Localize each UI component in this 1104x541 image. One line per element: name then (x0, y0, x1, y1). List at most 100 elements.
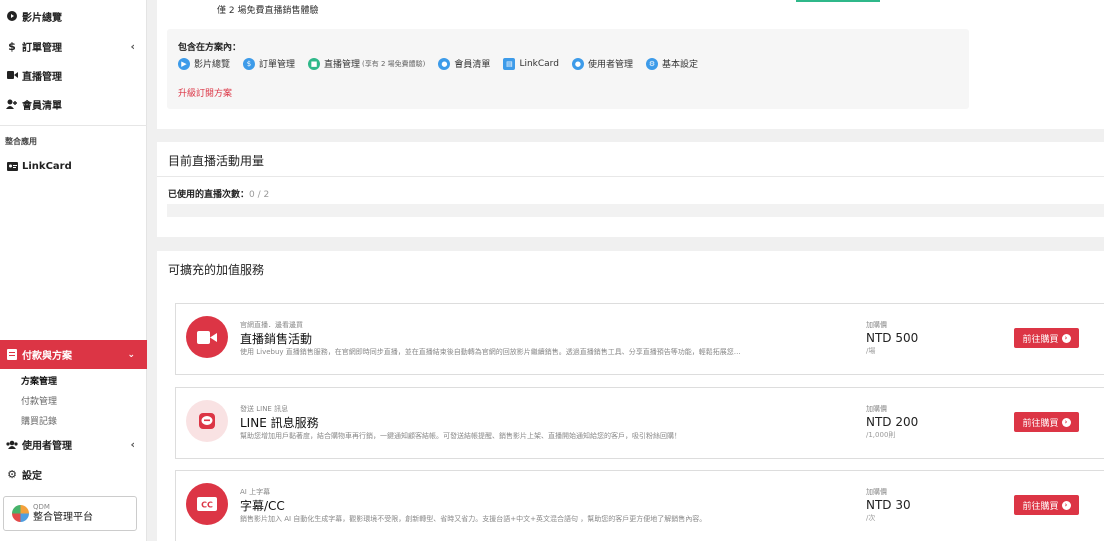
feature-label: 直播管理 (324, 60, 361, 70)
service-name: 直播銷售活動 (240, 332, 313, 346)
feature-label: 會員清單 (454, 60, 491, 70)
play-icon: ▶ (178, 57, 190, 70)
price-label: 加購價 (866, 321, 887, 329)
price-label: 加購價 (866, 405, 887, 413)
gear-icon: ⚙ (645, 57, 658, 70)
service-item-line: 發送 LINE 訊息 LINE 訊息服務 幫助您增加用戶黏著度，結合購物車再行銷… (175, 387, 1104, 459)
chevron-left-icon: ‹ (130, 39, 135, 53)
feature-note: (享有 2 場免費體驗) (362, 59, 426, 68)
sidebar-item-orders[interactable]: $ 訂單管理 ‹ (0, 32, 147, 60)
video-camera-icon (186, 316, 228, 358)
feature-label: 訂單管理 (259, 60, 296, 70)
upgrade-plan-link[interactable]: 升級訂閱方案 (178, 86, 232, 99)
service-description: 使用 Livebuy 直播銷售服務，在官網即時同步直播，並在直播結束後自動轉為官… (240, 348, 741, 356)
sub-item-plan[interactable]: 方案管理 (21, 374, 57, 387)
service-description: 銷售影片加入 AI 自動化生成字幕，觀影環境不受限，創新轉型、省時又省力。支援台… (240, 515, 707, 523)
workspace-name: 整合管理平台 (33, 511, 93, 523)
card-icon: ▤ (503, 57, 516, 70)
service-price: NTD 30 (866, 498, 911, 512)
sidebar-item-label: 影片總覽 (22, 12, 62, 24)
usage-progress-bar (167, 204, 1104, 217)
feature-item: ⚙ 基本設定 (645, 57, 698, 70)
arrow-right-icon: › (1061, 417, 1071, 427)
service-name: 字幕/CC (240, 499, 285, 513)
usage-value: 0 / 2 (249, 190, 270, 200)
sidebar-item-members[interactable]: 會員清單 (0, 90, 147, 118)
video-icon: ■ (308, 57, 321, 70)
service-price: NTD 200 (866, 415, 919, 429)
users-icon (6, 438, 18, 450)
price-unit: /1,000則 (866, 431, 896, 439)
sidebar-item-settings[interactable]: ⚙ 設定 (0, 460, 147, 488)
feature-item: ▶ 影片總覽 (178, 57, 230, 70)
user-plus-icon (6, 98, 18, 110)
gear-icon: ⚙ (7, 467, 17, 481)
line-icon (186, 400, 228, 442)
chevron-left-icon: ‹ (130, 437, 135, 451)
sidebar-item-payment[interactable]: 付款與方案 ⌄ (0, 340, 147, 369)
top-highlight (796, 0, 880, 2)
buy-button[interactable]: 前往購買 › (1014, 412, 1079, 432)
svg-text:CC: CC (201, 501, 213, 510)
sidebar-item-label: 直播管理 (22, 71, 62, 83)
sub-item-purchase-history[interactable]: 購買記錄 (21, 414, 57, 427)
users-icon: ● (438, 57, 451, 70)
feature-list: ▶ 影片總覽 $ 訂單管理 ■ 直播管理 (享有 2 場免費體驗) ● 會員清單… (178, 57, 711, 70)
usage-card: 目前直播活動用量 (157, 142, 1104, 237)
play-circle-icon (6, 10, 18, 22)
sidebar-item-label: 使用者管理 (22, 440, 72, 452)
receipt-icon (6, 349, 18, 361)
cc-icon: CC (186, 483, 228, 525)
sidebar-divider (0, 125, 147, 126)
feature-label: LinkCard (519, 58, 559, 69)
chevron-down-icon: ⌄ (127, 349, 135, 360)
service-tag: 官網直播．邊看邊買 (240, 321, 303, 329)
sidebar-item-user-mgmt[interactable]: 使用者管理 ‹ (0, 430, 147, 458)
feature-item: $ 訂單管理 (243, 57, 295, 70)
feature-item: ● 使用者管理 (571, 57, 633, 70)
price-label: 加購價 (866, 488, 887, 496)
usage-count: 已使用的直播次數：0 / 2 (168, 187, 269, 200)
buy-button-label: 前往購買 (1022, 501, 1059, 512)
feature-label: 使用者管理 (587, 60, 633, 70)
buy-button[interactable]: 前往購買 › (1014, 328, 1079, 348)
service-description: 幫助您增加用戶黏著度，結合購物車再行銷，一鍵通知顧客結帳。可發送結帳提醒、銷售影… (240, 432, 681, 440)
sidebar-item-videos[interactable]: 影片總覽 (0, 2, 147, 30)
sidebar-item-label: 設定 (22, 470, 42, 482)
workspace-small-label: QDM (33, 503, 50, 512)
dollar-icon: $ (243, 57, 256, 70)
sidebar-item-label: 付款與方案 (22, 351, 72, 362)
service-tag: AI 上字幕 (240, 488, 271, 496)
plan-includes-box: 包含在方案內： ▶ 影片總覽 $ 訂單管理 ■ 直播管理 (享有 2 場免費體驗… (167, 29, 969, 109)
feature-item: ■ 直播管理 (享有 2 場免費體驗) (308, 57, 425, 70)
usage-divider (157, 176, 1104, 177)
sidebar-item-label: 訂單管理 (22, 42, 62, 54)
workspace-logo (12, 505, 29, 522)
plan-note: 僅 2 場免費直播銷售體驗 (217, 6, 319, 16)
sidebar-item-label: LinkCard (22, 160, 72, 172)
sidebar-item-live[interactable]: 直播管理 (0, 61, 147, 89)
sub-item-payment[interactable]: 付款管理 (21, 394, 57, 407)
feature-item: ▤ LinkCard (503, 57, 559, 70)
usage-title: 目前直播活動用量 (168, 154, 265, 168)
buy-button-label: 前往購買 (1022, 418, 1059, 429)
usage-label: 已使用的直播次數： (168, 190, 250, 200)
sidebar-item-label: 會員清單 (22, 100, 62, 112)
sidebar: 影片總覽 $ 訂單管理 ‹ 直播管理 會員清單 整合應用 LinkCard 付款… (0, 0, 147, 541)
dollar-icon: $ (8, 39, 16, 53)
service-price: NTD 500 (866, 331, 919, 345)
workspace-switcher[interactable]: QDM 整合管理平台 (3, 496, 137, 531)
service-item-captions: CC AI 上字幕 字幕/CC 銷售影片加入 AI 自動化生成字幕，觀影環境不受… (175, 470, 1104, 541)
arrow-right-icon: › (1061, 333, 1071, 343)
includes-title: 包含在方案內： (178, 43, 242, 53)
feature-label: 影片總覽 (194, 60, 231, 70)
sidebar-item-linkcard[interactable]: LinkCard (0, 152, 147, 180)
service-name: LINE 訊息服務 (240, 416, 319, 430)
feature-label: 基本設定 (661, 60, 698, 70)
services-title: 可擴充的加值服務 (168, 263, 265, 277)
price-unit: /次 (866, 514, 876, 522)
buy-button[interactable]: 前往購買 › (1014, 495, 1079, 515)
feature-item: ● 會員清單 (438, 57, 490, 70)
service-item-live: 官網直播．邊看邊買 直播銷售活動 使用 Livebuy 直播銷售服務，在官網即時… (175, 303, 1104, 375)
buy-button-label: 前往購買 (1022, 334, 1059, 345)
